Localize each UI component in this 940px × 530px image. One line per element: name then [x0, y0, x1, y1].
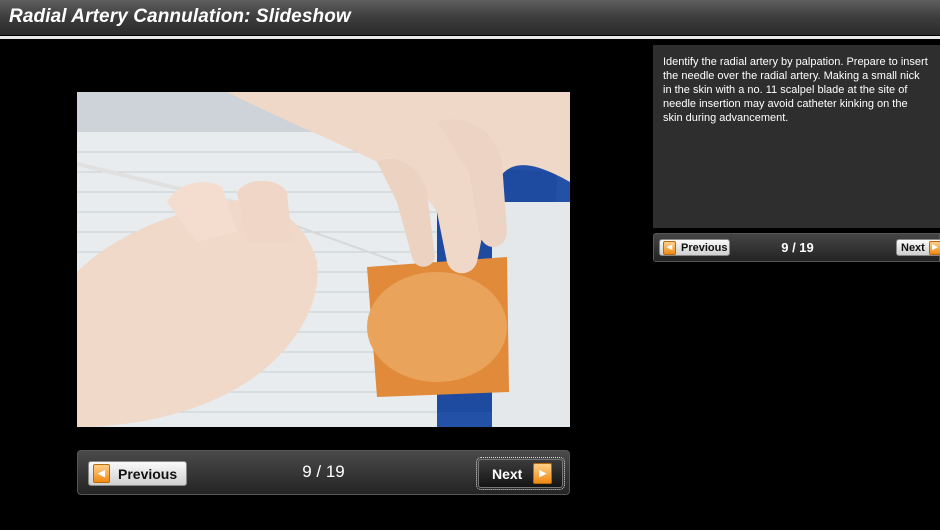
page-title: Radial Artery Cannulation: Slideshow	[9, 6, 351, 27]
next-button[interactable]: Next ▶	[476, 457, 565, 490]
arrow-right-icon: ▶	[533, 463, 553, 484]
caption-panel: Identify the radial artery by palpation.…	[653, 45, 940, 228]
caption-nav-bar: ◀ Previous 9 / 19 Next ▶	[653, 233, 940, 262]
title-divider	[0, 36, 940, 39]
arrow-right-icon: ▶	[928, 240, 940, 255]
side-next-label: Next	[901, 241, 925, 254]
title-bar: Radial Artery Cannulation: Slideshow	[0, 0, 940, 35]
slide-image	[77, 92, 570, 427]
slide-nav-bar: ◀ Previous 9 / 19 Next ▶	[77, 450, 570, 495]
next-label: Next	[492, 465, 523, 482]
side-next-button[interactable]: Next ▶	[896, 239, 940, 256]
slide-caption: Identify the radial artery by palpation.…	[663, 56, 928, 124]
